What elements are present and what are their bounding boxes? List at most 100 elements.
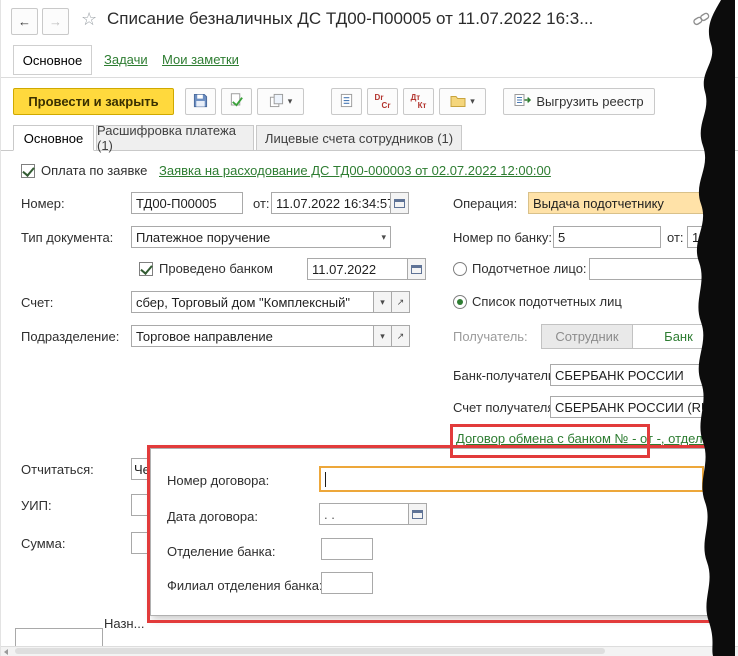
accountable-person-label: Подотчетное лицо: <box>472 261 587 276</box>
report-icon <box>339 93 354 111</box>
accountable-person-radio[interactable] <box>453 262 467 276</box>
posted-date-value: 11.07.2022 <box>312 262 376 277</box>
account-select-button[interactable]: ▾ <box>373 291 392 313</box>
contract-date-input[interactable]: . . <box>319 503 409 525</box>
save-button[interactable] <box>185 88 216 115</box>
nav-link-notes[interactable]: Мои заметки <box>162 52 239 67</box>
caret-down-icon: ▾ <box>380 331 385 342</box>
report-label: Отчитаться: <box>21 462 94 477</box>
date-value: 11.07.2022 16:34:57 <box>276 196 391 211</box>
accountable-list-label: Список подотчетных лиц <box>472 294 622 309</box>
purpose-label-fragment: Назн... <box>104 616 144 631</box>
document-form-window: ← → ☆ Списание безналичных ДС ТД00-П0000… <box>0 0 738 656</box>
bank-branch-office-input[interactable] <box>321 572 373 594</box>
dr-cr-icon: DrCr <box>375 94 391 110</box>
contract-number-input[interactable] <box>319 466 704 492</box>
doc-type-label: Тип документа: <box>21 230 113 245</box>
tab-main[interactable]: Основное <box>13 125 94 151</box>
export-registry-label: Выгрузить реестр <box>536 94 643 109</box>
back-icon: ← <box>18 14 31 29</box>
dr-cr-button[interactable]: DrCr <box>367 88 398 115</box>
posted-date-calendar-button[interactable] <box>407 258 426 280</box>
caret-down-icon: ▾ <box>381 232 386 243</box>
nav-link-tasks[interactable]: Задачи <box>104 52 148 67</box>
report-input-fragment[interactable]: Че <box>131 458 151 480</box>
number-input[interactable]: ТД00-П00005 <box>131 192 243 214</box>
bank-number-label: Номер по банку: <box>453 230 552 245</box>
document-structure-button[interactable] <box>331 88 362 115</box>
text-cursor <box>325 472 326 487</box>
dt-kt-button[interactable]: ДтКт <box>403 88 434 115</box>
open-icon: ↗ <box>397 331 405 342</box>
date-calendar-button[interactable] <box>390 192 409 214</box>
posted-by-bank-label: Проведено банком <box>159 261 273 276</box>
accountable-list-radio[interactable] <box>453 295 467 309</box>
window-title: Списание безналичных ДС ТД00-П00005 от 1… <box>107 9 593 29</box>
contract-number-label: Номер договора: <box>167 473 269 488</box>
bank-branch-label: Отделение банка: <box>167 544 276 559</box>
amount-input-fragment[interactable] <box>131 532 151 554</box>
post-document-icon <box>229 93 244 111</box>
uip-input-fragment[interactable] <box>131 494 151 516</box>
create-based-on-button[interactable]: ▾ <box>257 88 304 115</box>
save-icon <box>193 93 208 111</box>
calendar-icon <box>412 510 423 519</box>
account-open-button[interactable]: ↗ <box>391 291 410 313</box>
department-select-button[interactable]: ▾ <box>373 325 392 347</box>
export-registry-button[interactable]: Выгрузить реестр <box>503 88 655 115</box>
number-value: ТД00-П00005 <box>136 196 217 211</box>
operation-label: Операция: <box>453 196 517 211</box>
calendar-icon <box>394 199 405 208</box>
posted-by-bank-checkbox[interactable] <box>139 262 153 276</box>
date-input[interactable]: 11.07.2022 16:34:57 <box>271 192 391 214</box>
uip-label: УИП: <box>21 498 52 513</box>
tab-personal-accounts[interactable]: Лицевые счета сотрудников (1) <box>256 125 462 151</box>
account-label: Счет: <box>21 295 53 310</box>
doc-type-combobox[interactable]: Платежное поручение ▾ <box>131 226 391 248</box>
recipient-account-label: Счет получателя: <box>453 400 558 415</box>
recipient-toggle-employee[interactable]: Сотрудник <box>541 324 633 349</box>
bank-branch-office-label: Филиал отделения банка: <box>167 578 323 593</box>
post-document-button[interactable] <box>221 88 252 115</box>
number-label: Номер: <box>21 196 65 211</box>
export-registry-icon <box>514 93 532 110</box>
bank-branch-input[interactable] <box>321 538 373 560</box>
scroll-left-arrow-icon[interactable] <box>4 649 8 655</box>
tab-payment-details-label: Расшифровка платежа (1) <box>97 123 253 153</box>
nav-tab-main[interactable]: Основное <box>13 45 92 75</box>
horizontal-scrollbar[interactable] <box>1 646 738 656</box>
scrollbar-thumb[interactable] <box>15 648 605 654</box>
contract-date-value: . . <box>324 507 335 522</box>
forward-icon: → <box>49 14 62 29</box>
recipient-label: Получатель: <box>453 329 528 344</box>
calendar-icon <box>411 265 422 274</box>
department-value: Торговое направление <box>136 329 273 344</box>
report-value: Че <box>134 462 150 477</box>
post-and-close-button[interactable]: Провести и закрыть <box>13 88 174 115</box>
bank-recipient-value: СБЕРБАНК РОССИИ <box>555 368 684 383</box>
bank-recipient-label: Банк-получатель: <box>453 368 558 383</box>
open-icon: ↗ <box>397 297 405 308</box>
department-open-button[interactable]: ↗ <box>391 325 410 347</box>
posted-date-input[interactable]: 11.07.2022 <box>307 258 408 280</box>
forward-button[interactable]: → <box>42 8 69 35</box>
tab-payment-details[interactable]: Расшифровка платежа (1) <box>96 125 254 151</box>
bank-number-input[interactable]: 5 <box>553 226 661 248</box>
favorites-star-icon[interactable]: ☆ <box>81 9 97 30</box>
department-label: Подразделение: <box>21 329 119 344</box>
account-input[interactable]: сбер, Торговый дом "Комплексный" <box>131 291 374 313</box>
operation-value: Выдача подотчетнику <box>533 196 664 211</box>
print-menu-button[interactable]: ▾ <box>439 88 486 115</box>
department-input[interactable]: Торговое направление <box>131 325 374 347</box>
account-value: сбер, Торговый дом "Комплексный" <box>136 295 350 310</box>
torn-edge-overlay <box>691 0 738 656</box>
contract-date-label: Дата договора: <box>167 509 258 524</box>
back-button[interactable]: ← <box>11 8 38 35</box>
date-from-label: от: <box>253 196 270 211</box>
tab-personal-accounts-label: Лицевые счета сотрудников (1) <box>265 131 453 146</box>
bank-number-value: 5 <box>558 230 565 245</box>
pay-by-request-checkbox[interactable] <box>21 164 35 178</box>
contract-date-calendar-button[interactable] <box>408 503 427 525</box>
bank-date-from-label: от: <box>667 230 684 245</box>
request-link[interactable]: Заявка на расходование ДС ТД00-000003 от… <box>159 163 551 178</box>
